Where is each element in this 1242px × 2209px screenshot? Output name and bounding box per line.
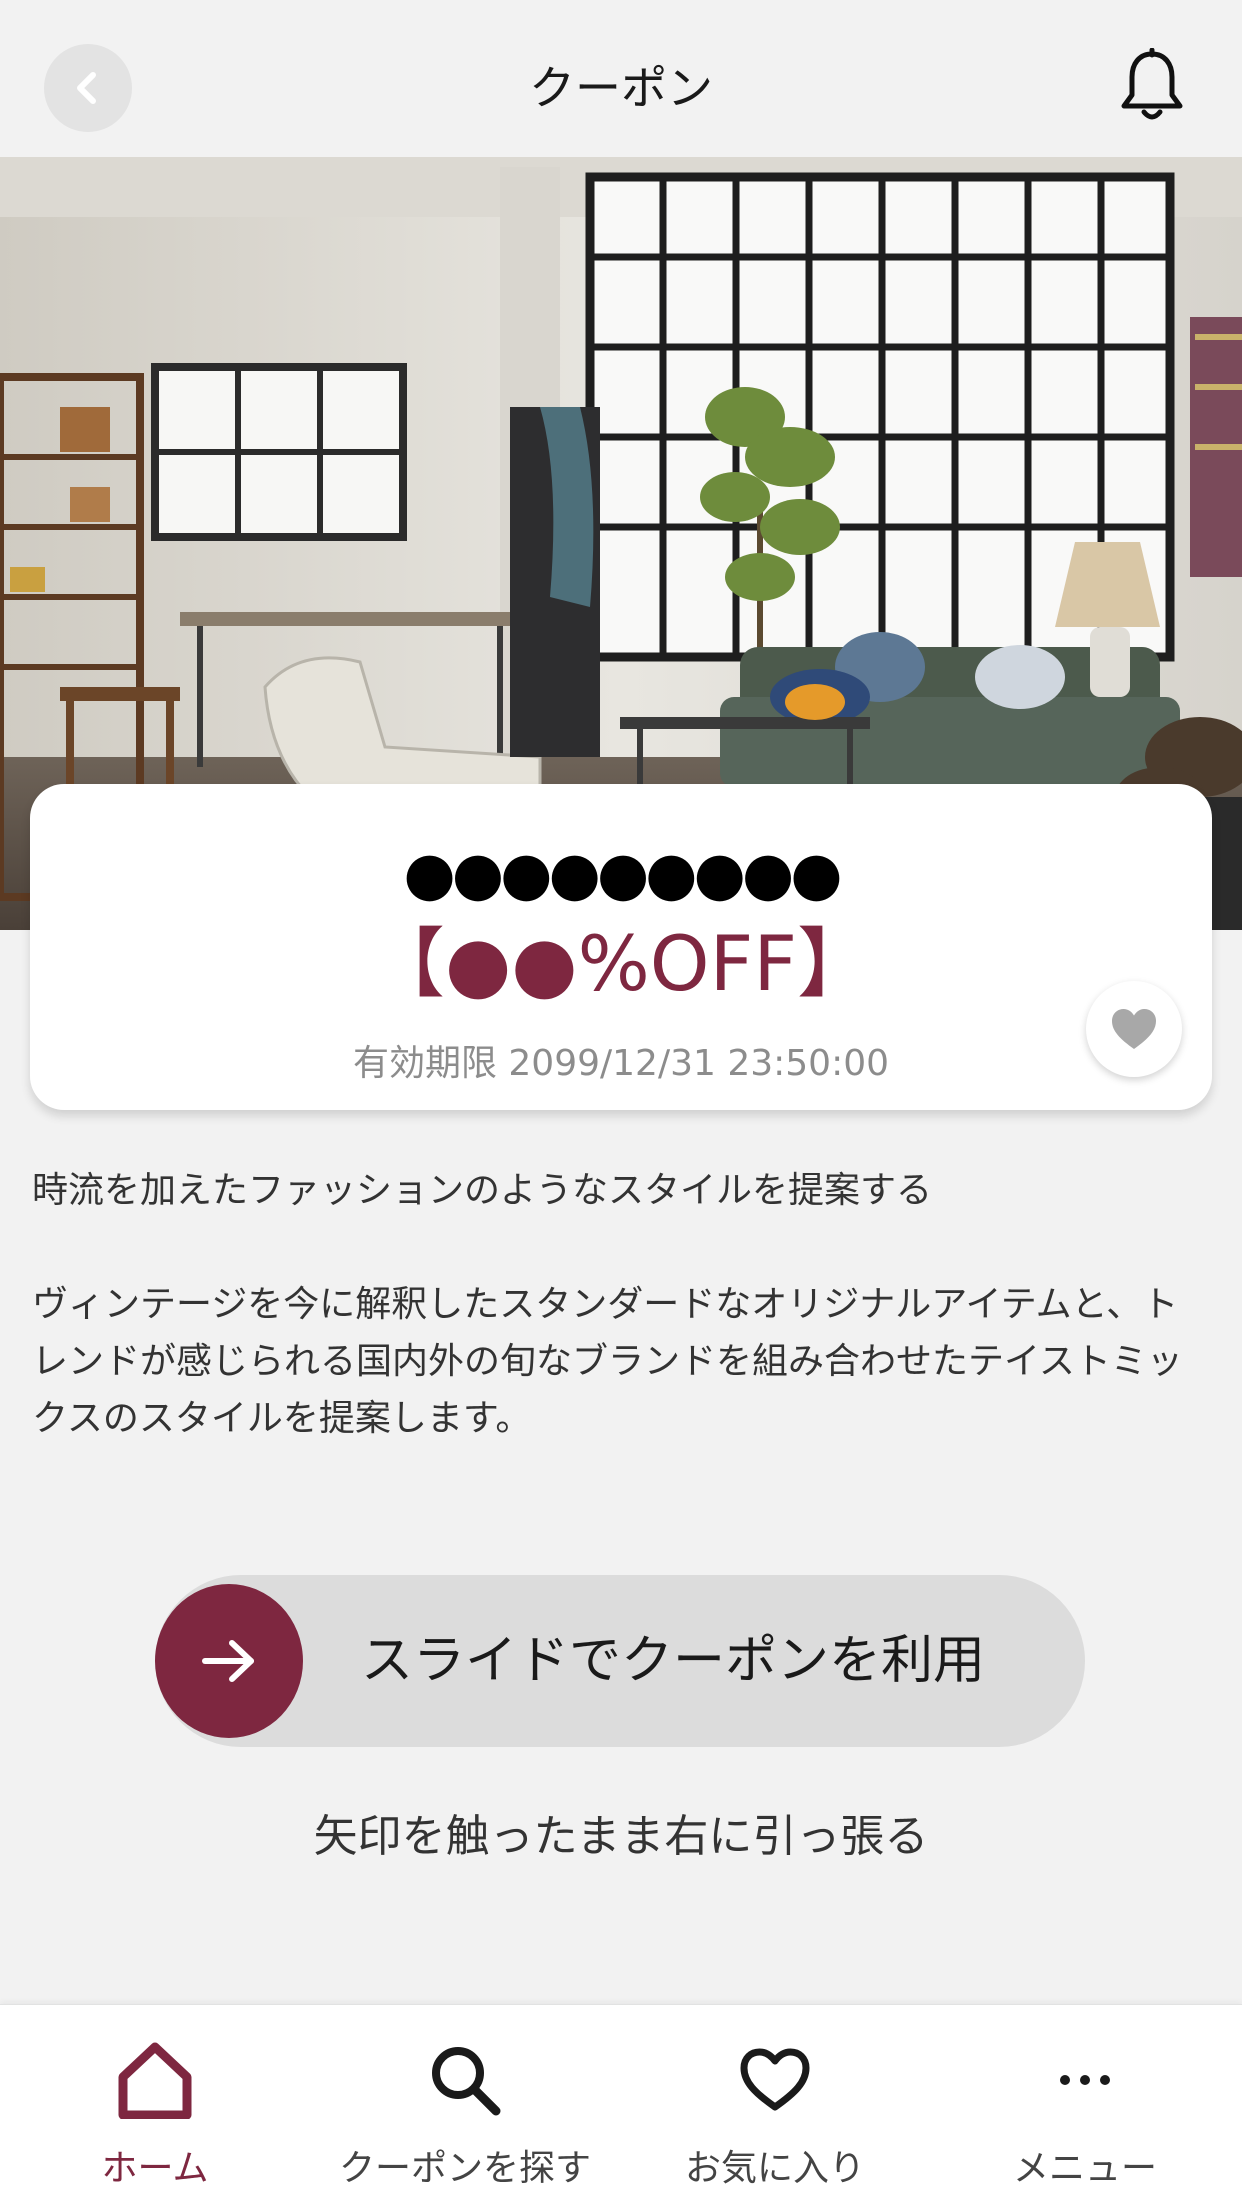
search-icon [432, 2047, 501, 2116]
slider-handle[interactable] [155, 1584, 303, 1738]
tab-home[interactable]: ホーム [0, 2005, 310, 2209]
heart-icon [1112, 1009, 1156, 1049]
coupon-description: 時流を加えたファッションのようなスタイルを提案する ヴィンテージを今に解釈したス… [32, 1162, 1212, 1447]
heart-outline-icon [740, 2048, 810, 2111]
notification-button[interactable] [1118, 47, 1186, 124]
favorite-button[interactable] [1086, 981, 1182, 1077]
description-lead: 時流を加えたファッションのようなスタイルを提案する [32, 1170, 933, 1211]
more-icon [1060, 2075, 1110, 2085]
coupon-card: ●●●●●●●●● 【●●%OFF】 有効期限 2099/12/31 23:50… [30, 784, 1212, 1110]
coupon-store-name: ●●●●●●●●● [403, 839, 842, 909]
tab-search-coupons[interactable]: クーポンを探す [310, 2005, 620, 2209]
bell-icon [1121, 47, 1183, 120]
coupon-discount: 【●●%OFF】 [368, 919, 874, 1008]
tab-menu[interactable]: メニュー [930, 2005, 1240, 2209]
home-icon [118, 2042, 192, 2119]
page-title: クーポン [529, 61, 713, 115]
slider-label: スライドでクーポンを利用 [361, 1631, 986, 1691]
header: クーポン [0, 0, 1242, 157]
tab-favorites[interactable]: お気に入り [620, 2005, 930, 2209]
coupon-expiry: 有効期限 2099/12/31 23:50:00 [352, 1043, 890, 1084]
slider-hint: 矢印を触ったまま右に引っ張る [313, 1811, 929, 1862]
tab-home-label: ホーム [101, 2148, 209, 2189]
tab-favorites-label: お気に入り [684, 2148, 865, 2189]
description-body: ヴィンテージを今に解釈したスタンダードなオリジナルアイテムと、トレンドが感じられ… [32, 1284, 1183, 1439]
arrow-right-icon [202, 1640, 254, 1682]
slide-to-use-slider[interactable]: スライドでクーポンを利用 [155, 1575, 1085, 1747]
tab-search-label: クーポンを探す [338, 2148, 591, 2189]
bottom-tab-bar: ホーム クーポンを探す お気に入り メニュー [0, 2004, 1242, 2209]
tab-menu-label: メニュー [1012, 2148, 1157, 2189]
